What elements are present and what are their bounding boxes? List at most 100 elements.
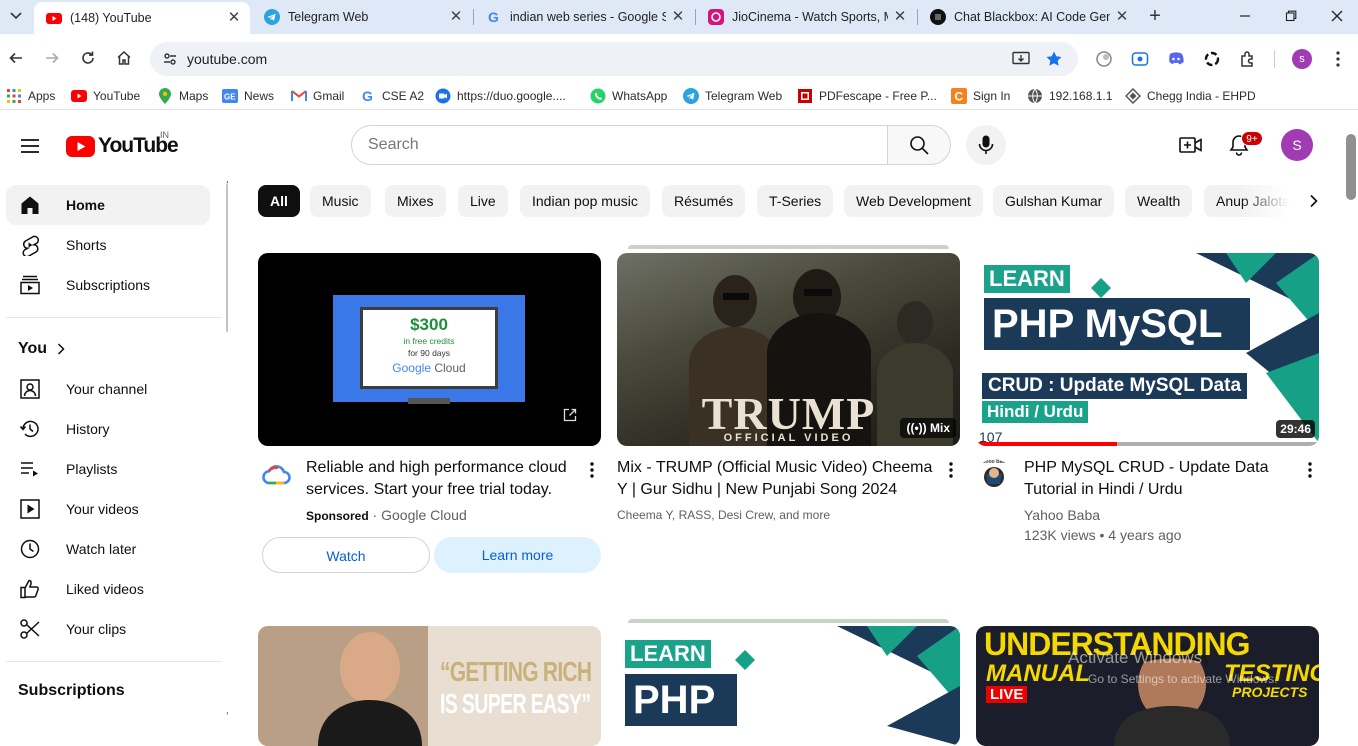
thumbnail-sub-text: CRUD : Update MySQL Data xyxy=(982,373,1248,399)
video-title[interactable]: PHP MySQL CRUD - Update Data Tutorial in… xyxy=(1024,457,1304,501)
sidebar-item-shorts[interactable]: Shorts xyxy=(6,225,210,265)
ad-watch-button[interactable]: Watch xyxy=(262,537,430,573)
close-icon[interactable]: ✕ xyxy=(226,10,242,26)
page-scrollbar[interactable] xyxy=(1346,134,1356,200)
browser-tab-google[interactable]: G indian web series - Google S ✕ xyxy=(474,3,694,31)
reload-icon[interactable] xyxy=(77,46,99,70)
search-icon xyxy=(909,135,929,155)
channel-name[interactable]: Yahoo Baba xyxy=(1024,505,1100,525)
browser-tab-blackbox[interactable]: Chat Blackbox: AI Code Gene ✕ xyxy=(918,3,1138,31)
sidebar-item-playlists[interactable]: Playlists xyxy=(6,449,210,489)
openai-icon[interactable] xyxy=(1202,49,1222,69)
chip-music[interactable]: Music xyxy=(310,185,371,217)
tab-search-chevron-icon[interactable] xyxy=(6,6,26,26)
search-box[interactable] xyxy=(351,125,888,165)
bookmark-maps[interactable]: Maps xyxy=(157,87,208,105)
scroll-down-arrow-icon[interactable]: ▼ xyxy=(225,710,228,719)
chip-wealth[interactable]: Wealth xyxy=(1125,185,1193,217)
browser-menu-icon[interactable] xyxy=(1328,49,1348,69)
sidebar-you-heading[interactable]: You xyxy=(18,340,65,358)
chip-all[interactable]: All xyxy=(258,185,300,217)
site-info-icon[interactable] xyxy=(162,51,178,67)
browser-tab-jiocinema[interactable]: JioCinema - Watch Sports, M ✕ xyxy=(696,3,916,31)
sidebar-item-liked-videos[interactable]: Liked videos xyxy=(6,569,210,609)
chip-t-series[interactable]: T-Series xyxy=(757,185,834,217)
close-icon[interactable]: ✕ xyxy=(1114,9,1130,25)
ad-thumbnail[interactable]: $300 in free credits for 90 days Google … xyxy=(258,253,601,446)
browser-tab-youtube[interactable]: (148) YouTube ✕ xyxy=(34,2,250,34)
sidebar-item-subscriptions[interactable]: Subscriptions xyxy=(6,265,210,305)
close-icon[interactable]: ✕ xyxy=(448,9,464,25)
channel-name[interactable]: Google Cloud xyxy=(381,507,467,523)
external-link-icon[interactable] xyxy=(563,408,577,422)
video-thumbnail[interactable]: LEARN PHP MySQL CRUD : Update MySQL Data… xyxy=(976,253,1319,446)
forward-icon[interactable] xyxy=(41,46,63,70)
search-button[interactable] xyxy=(887,125,951,165)
bookmark-sign-in[interactable]: C Sign In xyxy=(951,87,1010,105)
bookmark-chegg[interactable]: Chegg India - EHPD xyxy=(1125,87,1256,105)
video-thumbnail[interactable]: TRUMP OFFICIAL VIDEO ((•)) Mix xyxy=(617,253,960,446)
more-options-icon[interactable] xyxy=(584,458,600,482)
yahoo-baba-channel-icon[interactable]: Yahoo Baba xyxy=(976,459,1012,495)
bookmark-star-icon[interactable] xyxy=(1044,50,1064,68)
close-icon[interactable]: ✕ xyxy=(892,9,908,25)
voice-search-button[interactable] xyxy=(966,125,1006,165)
video-thumbnail[interactable]: UNDERSTANDING MANUAL TESTING PROJECTS LI… xyxy=(976,626,1319,746)
chip-mixes[interactable]: Mixes xyxy=(385,185,446,217)
account-avatar[interactable]: S xyxy=(1281,129,1313,161)
browser-tab-telegram[interactable]: Telegram Web ✕ xyxy=(252,3,472,31)
video-thumbnail[interactable]: LEARN PHP xyxy=(617,626,960,746)
video-thumbnail[interactable]: “GETTING RICH IS SUPER EASY” xyxy=(258,626,601,746)
extensions-puzzle-icon[interactable] xyxy=(1238,49,1258,69)
tab-title: Chat Blackbox: AI Code Gene xyxy=(954,10,1110,24)
more-options-icon[interactable] xyxy=(943,458,959,482)
bookmark-whatsapp[interactable]: WhatsApp xyxy=(590,87,667,105)
screen-recorder-icon[interactable] xyxy=(1130,49,1150,69)
video-title[interactable]: Mix - TRUMP (Official Music Video) Cheem… xyxy=(617,457,939,501)
sidebar-scrollbar[interactable] xyxy=(226,183,228,333)
sidebar-item-your-channel[interactable]: Your channel xyxy=(6,369,210,409)
sidebar-item-watch-later[interactable]: Watch later xyxy=(6,529,210,569)
search-input[interactable] xyxy=(368,134,868,156)
bookmark-news[interactable]: GE News xyxy=(222,87,274,105)
bookmark-youtube[interactable]: YouTube xyxy=(71,87,140,105)
google-cloud-channel-icon[interactable] xyxy=(258,459,294,495)
bookmark-cse-a2[interactable]: G CSE A2 xyxy=(360,87,424,105)
sidebar-item-your-videos[interactable]: Your videos xyxy=(6,489,210,529)
bookmark-apps[interactable]: Apps xyxy=(6,87,55,105)
minimize-icon[interactable] xyxy=(1233,6,1257,26)
ad-learn-more-button[interactable]: Learn more xyxy=(434,537,601,573)
channel-name[interactable]: Cheema Y, RASS, Desi Crew, and more xyxy=(617,505,830,525)
chip-indian-pop-music[interactable]: Indian pop music xyxy=(520,185,650,217)
chevron-right-icon[interactable] xyxy=(1302,189,1326,213)
menu-icon[interactable] xyxy=(18,134,42,158)
create-video-icon[interactable] xyxy=(1179,133,1203,157)
bookmark-router[interactable]: 192.168.1.1 xyxy=(1027,87,1112,105)
more-options-icon[interactable] xyxy=(1302,458,1318,482)
install-app-icon[interactable] xyxy=(1011,50,1031,68)
chip-gulshan-kumar[interactable]: Gulshan Kumar xyxy=(993,185,1115,217)
sidebar-item-home[interactable]: Home xyxy=(6,185,210,225)
youtube-logo[interactable]: YouTube IN xyxy=(66,130,179,158)
chip-live[interactable]: Live xyxy=(458,185,508,217)
new-tab-button[interactable]: + xyxy=(1145,6,1165,27)
discord-icon[interactable] xyxy=(1166,49,1186,69)
browser-profile-avatar[interactable]: s xyxy=(1292,49,1312,69)
extension-icon[interactable] xyxy=(1094,49,1114,69)
back-icon[interactable] xyxy=(5,46,27,70)
chip-web-development[interactable]: Web Development xyxy=(844,185,983,217)
chip-resumes[interactable]: Résumés xyxy=(662,185,746,217)
video-title[interactable]: Reliable and high performance cloud serv… xyxy=(306,457,578,501)
bookmark-duo[interactable]: https://duo.google.... xyxy=(435,87,566,105)
youtube-icon xyxy=(46,10,62,26)
sidebar-item-your-clips[interactable]: Your clips xyxy=(6,609,210,649)
address-bar[interactable]: youtube.com xyxy=(150,42,1078,76)
sidebar-item-history[interactable]: History xyxy=(6,409,210,449)
restore-icon[interactable] xyxy=(1279,6,1303,26)
bookmark-telegram[interactable]: Telegram Web xyxy=(683,87,782,105)
bookmark-pdfescape[interactable]: PDFescape - Free P... xyxy=(797,87,937,105)
bookmark-gmail[interactable]: Gmail xyxy=(291,87,344,105)
home-icon[interactable] xyxy=(113,46,135,70)
window-close-icon[interactable] xyxy=(1325,6,1349,26)
close-icon[interactable]: ✕ xyxy=(670,9,686,25)
